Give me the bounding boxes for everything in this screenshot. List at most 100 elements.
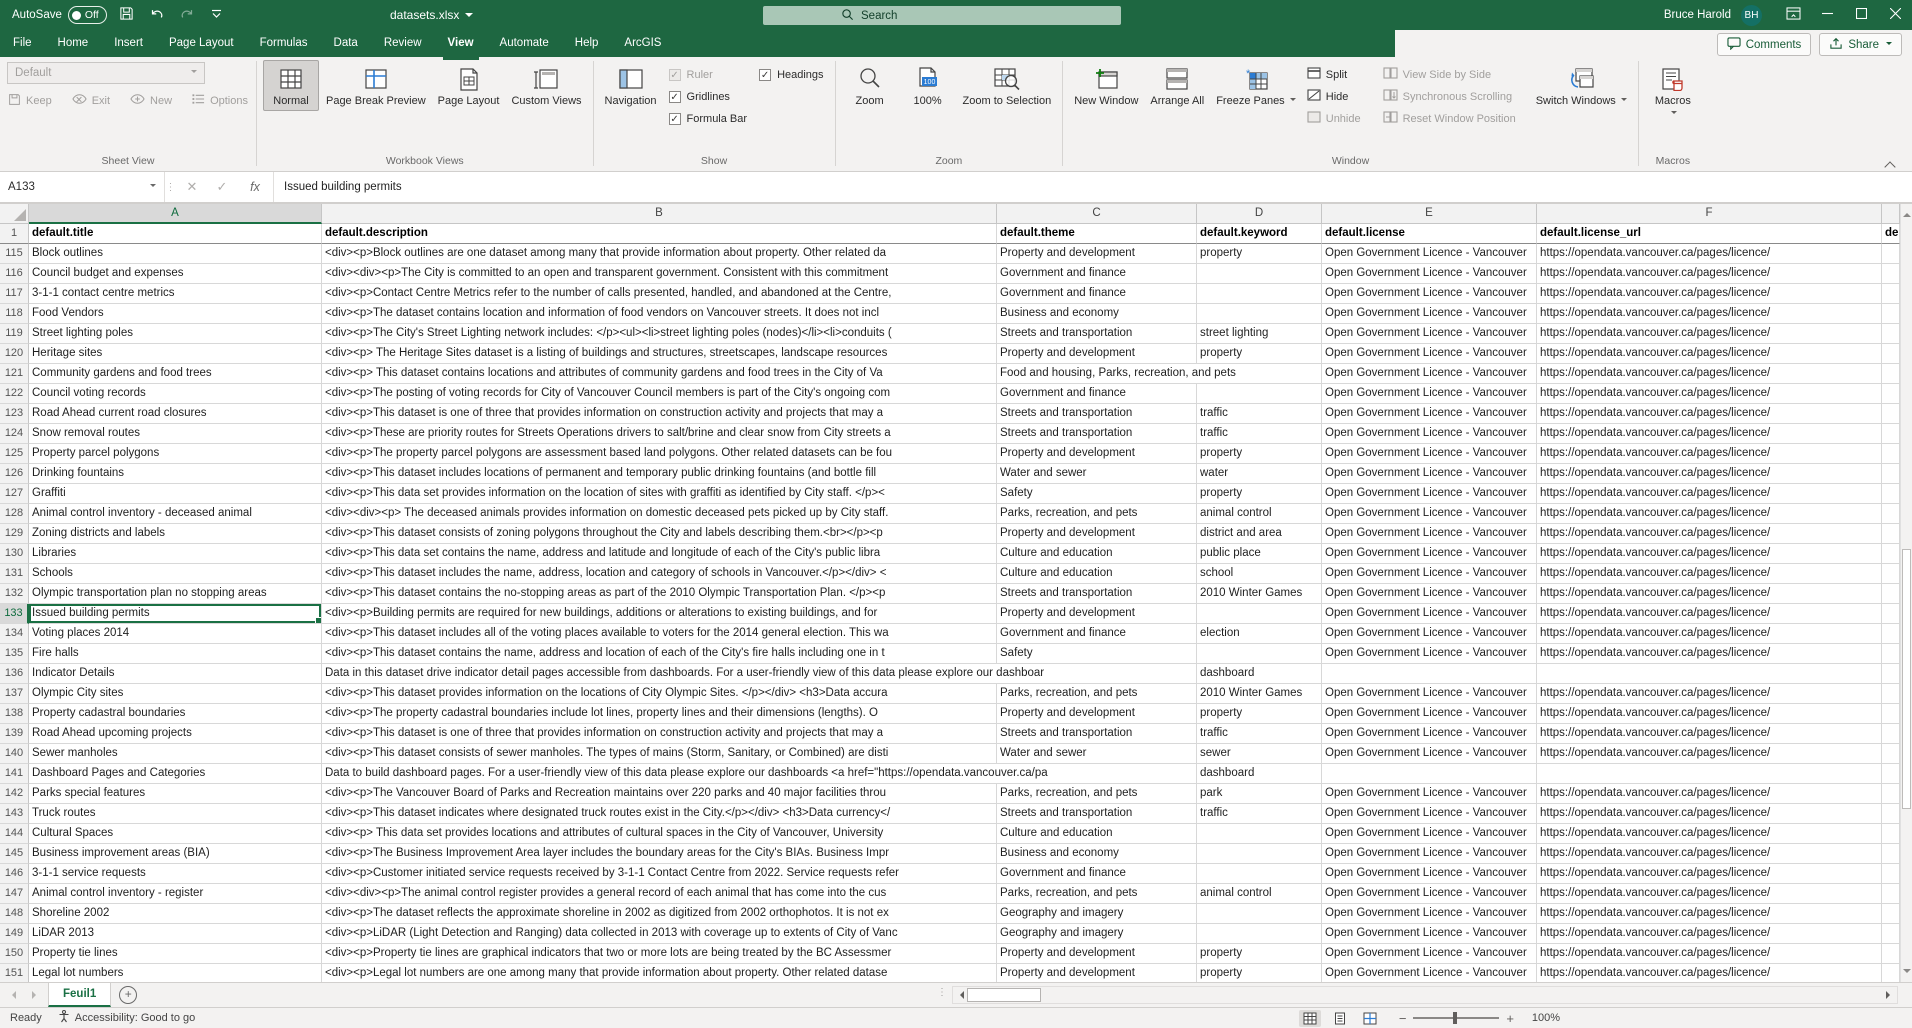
- hide-button[interactable]: Hide: [1304, 86, 1364, 107]
- cell-license-url[interactable]: https://opendata.vancouver.ca/pages/lice…: [1537, 964, 1882, 982]
- cell-description[interactable]: <div><p>This dataset indicates where des…: [322, 804, 997, 824]
- cell-license-url[interactable]: https://opendata.vancouver.ca/pages/lice…: [1537, 904, 1882, 924]
- cell-keyword[interactable]: district and area: [1197, 524, 1322, 544]
- cell-description[interactable]: Data in this dataset drive indicator det…: [322, 664, 1197, 684]
- cell-license[interactable]: Open Government Licence - Vancouver: [1322, 404, 1537, 424]
- row-header[interactable]: 117: [0, 284, 29, 304]
- cell-theme[interactable]: Property and development: [997, 444, 1197, 464]
- cell-extra[interactable]: [1882, 904, 1900, 924]
- tab-insert[interactable]: Insert: [101, 30, 156, 57]
- arrange-all-button[interactable]: Arrange All: [1145, 60, 1209, 111]
- cell-extra[interactable]: [1882, 824, 1900, 844]
- cell-license[interactable]: Open Government Licence - Vancouver: [1322, 804, 1537, 824]
- cell-title[interactable]: Olympic transportation plan no stopping …: [29, 584, 322, 604]
- cell-keyword[interactable]: property: [1197, 964, 1322, 982]
- cell-description[interactable]: <div><p>The dataset contains location an…: [322, 304, 997, 324]
- cell-description[interactable]: <div><p>This dataset provides informatio…: [322, 684, 997, 704]
- cell-theme[interactable]: Business and economy: [997, 304, 1197, 324]
- cell-license[interactable]: Open Government Licence - Vancouver: [1322, 704, 1537, 724]
- headings-checkbox[interactable]: ✓ Headings: [755, 64, 827, 85]
- tab-home[interactable]: Home: [45, 30, 102, 57]
- select-all-corner[interactable]: [0, 204, 29, 224]
- cell-keyword[interactable]: [1197, 644, 1322, 664]
- cell-theme[interactable]: Streets and transportation: [997, 324, 1197, 344]
- macros-button[interactable]: Macros: [1645, 60, 1701, 124]
- cell-theme[interactable]: Streets and transportation: [997, 804, 1197, 824]
- cell-title[interactable]: Voting places 2014: [29, 624, 322, 644]
- zoom-slider-track[interactable]: [1413, 1017, 1499, 1019]
- minimize-button[interactable]: [1810, 0, 1844, 30]
- header-cell[interactable]: default.keyword: [1197, 224, 1322, 244]
- undo-button[interactable]: [147, 4, 167, 26]
- cell-theme[interactable]: Government and finance: [997, 864, 1197, 884]
- cell-theme[interactable]: Food and housing, Parks, recreation, and…: [997, 364, 1322, 384]
- cell-license-url[interactable]: https://opendata.vancouver.ca/pages/lice…: [1537, 324, 1882, 344]
- cell-keyword[interactable]: 2010 Winter Games: [1197, 684, 1322, 704]
- cell-extra[interactable]: [1882, 344, 1900, 364]
- comments-button[interactable]: Comments: [1717, 33, 1812, 56]
- cell-description[interactable]: <div><p>This dataset is one of three tha…: [322, 724, 997, 744]
- cell-license-url[interactable]: https://opendata.vancouver.ca/pages/lice…: [1537, 684, 1882, 704]
- cell-extra[interactable]: [1882, 664, 1900, 684]
- cell-title[interactable]: Council budget and expenses: [29, 264, 322, 284]
- cell-description[interactable]: <div><p>Contact Centre Metrics refer to …: [322, 284, 997, 304]
- cell-description[interactable]: <div><div><p> The deceased animals provi…: [322, 504, 997, 524]
- cell-theme[interactable]: Property and development: [997, 344, 1197, 364]
- custom-views-button[interactable]: Custom Views: [506, 60, 586, 111]
- cell-title[interactable]: Sewer manholes: [29, 744, 322, 764]
- add-sheet-button[interactable]: +: [111, 983, 145, 1007]
- cell-theme[interactable]: Water and sewer: [997, 464, 1197, 484]
- cell-license[interactable]: Open Government Licence - Vancouver: [1322, 544, 1537, 564]
- row-header[interactable]: 119: [0, 324, 29, 344]
- cell-license-url[interactable]: https://opendata.vancouver.ca/pages/lice…: [1537, 924, 1882, 944]
- scroll-up-icon[interactable]: [1903, 209, 1911, 217]
- cell-title[interactable]: 3-1-1 contact centre metrics: [29, 284, 322, 304]
- cell-license[interactable]: Open Government Licence - Vancouver: [1322, 784, 1537, 804]
- cell-keyword[interactable]: election: [1197, 624, 1322, 644]
- cell-description[interactable]: <div><p>This dataset includes all of the…: [322, 624, 997, 644]
- tab-page-layout[interactable]: Page Layout: [156, 30, 247, 57]
- cell-description[interactable]: <div><p>This dataset contains the name, …: [322, 644, 997, 664]
- cell-theme[interactable]: Government and finance: [997, 384, 1197, 404]
- cell-license[interactable]: Open Government Licence - Vancouver: [1322, 244, 1537, 264]
- cell-description[interactable]: <div><p>This dataset includes the name, …: [322, 564, 997, 584]
- formula-bar-handle[interactable]: ⋮: [165, 172, 177, 202]
- cell-keyword[interactable]: [1197, 604, 1322, 624]
- cell-extra[interactable]: [1882, 444, 1900, 464]
- header-cell[interactable]: default.description: [322, 224, 997, 244]
- cell-license-url[interactable]: https://opendata.vancouver.ca/pages/lice…: [1537, 264, 1882, 284]
- exit-sheet-view-button[interactable]: Exit: [69, 90, 113, 111]
- row-header[interactable]: 133: [0, 604, 29, 624]
- cell-license[interactable]: Open Government Licence - Vancouver: [1322, 844, 1537, 864]
- cell-title[interactable]: Zoning districts and labels: [29, 524, 322, 544]
- cell-license[interactable]: [1322, 664, 1537, 684]
- cell-license[interactable]: Open Government Licence - Vancouver: [1322, 824, 1537, 844]
- cell-theme[interactable]: Geography and imagery: [997, 904, 1197, 924]
- name-box[interactable]: A133: [0, 172, 165, 202]
- cell-keyword[interactable]: park: [1197, 784, 1322, 804]
- cell-title[interactable]: Road Ahead current road closures: [29, 404, 322, 424]
- cell-title[interactable]: Olympic City sites: [29, 684, 322, 704]
- document-title[interactable]: datasets.xlsx: [390, 0, 473, 30]
- reset-window-position-button[interactable]: Reset Window Position: [1380, 108, 1519, 129]
- cell-extra[interactable]: [1882, 564, 1900, 584]
- redo-button[interactable]: [177, 4, 197, 26]
- cell-extra[interactable]: [1882, 704, 1900, 724]
- cell-title[interactable]: Cultural Spaces: [29, 824, 322, 844]
- cell-title[interactable]: Animal control inventory - deceased anim…: [29, 504, 322, 524]
- cell-theme[interactable]: Streets and transportation: [997, 724, 1197, 744]
- vertical-scrollbar[interactable]: [1900, 204, 1912, 982]
- cell-title[interactable]: Business improvement areas (BIA): [29, 844, 322, 864]
- cell-title[interactable]: Shoreline 2002: [29, 904, 322, 924]
- cell-extra[interactable]: [1882, 624, 1900, 644]
- row-header[interactable]: 116: [0, 264, 29, 284]
- cell-theme[interactable]: Business and economy: [997, 844, 1197, 864]
- cell-description[interactable]: <div><p>This dataset contains the no-sto…: [322, 584, 997, 604]
- column-header-partial[interactable]: [1882, 204, 1900, 224]
- cell-license[interactable]: Open Government Licence - Vancouver: [1322, 604, 1537, 624]
- accessibility-status[interactable]: Accessibility: Good to go: [58, 1010, 195, 1026]
- tab-automate[interactable]: Automate: [487, 30, 562, 57]
- cell-description[interactable]: Data to build dashboard pages. For a use…: [322, 764, 1197, 784]
- cell-keyword[interactable]: [1197, 844, 1322, 864]
- row-header[interactable]: 118: [0, 304, 29, 324]
